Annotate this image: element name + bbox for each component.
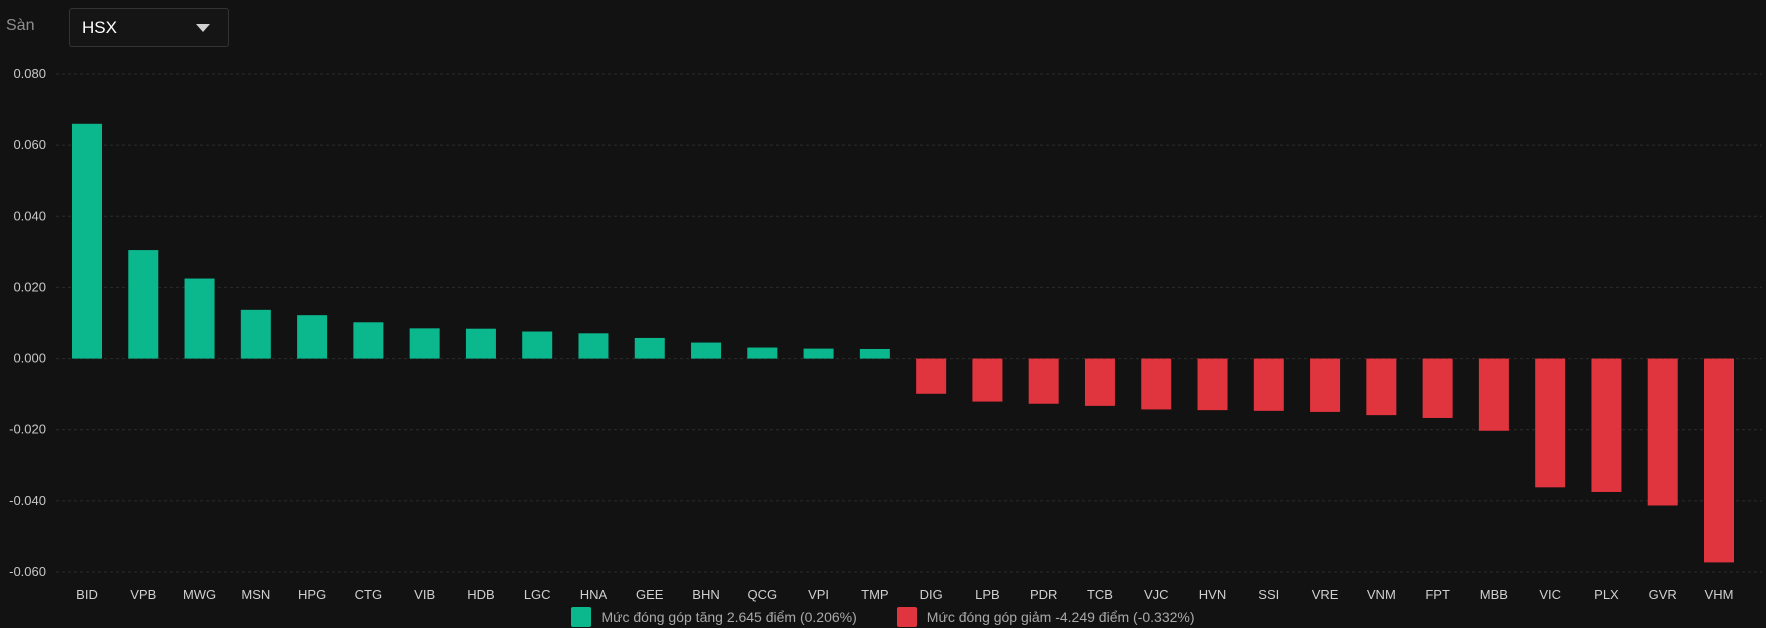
x-tick-label: BHN bbox=[692, 587, 719, 602]
bar-bhn[interactable] bbox=[691, 342, 722, 359]
y-tick-label: 0.020 bbox=[13, 279, 46, 294]
bar-vnm[interactable] bbox=[1366, 358, 1397, 416]
x-tick-label: VIC bbox=[1539, 587, 1561, 602]
x-tick-label: VIB bbox=[414, 587, 435, 602]
x-tick-label: MBB bbox=[1480, 587, 1508, 602]
bar-hna[interactable] bbox=[578, 333, 609, 359]
bar-plx[interactable] bbox=[1591, 358, 1622, 492]
x-tick-label: HPG bbox=[298, 587, 326, 602]
bar-gee[interactable] bbox=[634, 337, 665, 359]
chart-legend: Mức đóng góp tăng 2.645 điểm (0.206%) Mứ… bbox=[0, 606, 1766, 628]
bar-tmp[interactable] bbox=[859, 348, 890, 359]
x-tick-label: HVN bbox=[1199, 587, 1226, 602]
x-tick-label: QCG bbox=[747, 587, 777, 602]
bar-hdb[interactable] bbox=[465, 328, 496, 359]
bar-vic[interactable] bbox=[1535, 358, 1566, 488]
x-tick-label: SSI bbox=[1258, 587, 1279, 602]
legend-item-increase[interactable]: Mức đóng góp tăng 2.645 điểm (0.206%) bbox=[571, 607, 857, 627]
legend-label-decrease: Mức đóng góp giảm -4.249 điểm (-0.332%) bbox=[926, 609, 1195, 625]
legend-item-decrease[interactable]: Mức đóng góp giảm -4.249 điểm (-0.332%) bbox=[896, 607, 1195, 627]
y-tick-label: 0.060 bbox=[13, 137, 46, 152]
x-tick-label: DIG bbox=[920, 587, 943, 602]
x-tick-label: VPB bbox=[130, 587, 156, 602]
x-tick-label: VPI bbox=[808, 587, 829, 602]
bar-msn[interactable] bbox=[240, 309, 271, 359]
x-tick-label: GEE bbox=[636, 587, 664, 602]
y-tick-label: -0.060 bbox=[9, 564, 46, 579]
x-tick-label: VJC bbox=[1144, 587, 1169, 602]
bar-hvn[interactable] bbox=[1197, 358, 1228, 411]
y-tick-label: 0.080 bbox=[13, 66, 46, 81]
bar-ssi[interactable] bbox=[1253, 358, 1284, 411]
x-tick-label: BID bbox=[76, 587, 98, 602]
x-tick-label: GVR bbox=[1649, 587, 1677, 602]
x-tick-label: VNM bbox=[1367, 587, 1396, 602]
legend-swatch-increase bbox=[571, 607, 592, 627]
bar-tcb[interactable] bbox=[1084, 358, 1115, 406]
x-tick-label: HNA bbox=[580, 587, 608, 602]
bar-pdr[interactable] bbox=[1028, 358, 1059, 404]
x-tick-label: TCB bbox=[1087, 587, 1113, 602]
bar-hpg[interactable] bbox=[297, 315, 328, 359]
bar-gvr[interactable] bbox=[1647, 358, 1678, 506]
x-tick-label: LPB bbox=[975, 587, 1000, 602]
x-tick-label: PDR bbox=[1030, 587, 1057, 602]
bar-lgc[interactable] bbox=[522, 331, 553, 359]
bar-dig[interactable] bbox=[916, 358, 947, 394]
x-tick-label: TMP bbox=[861, 587, 888, 602]
bar-qcg[interactable] bbox=[747, 347, 778, 359]
bar-bid[interactable] bbox=[72, 123, 102, 359]
bar-vpi[interactable] bbox=[803, 348, 834, 359]
bar-mbb[interactable] bbox=[1478, 358, 1509, 431]
x-tick-label: HDB bbox=[467, 587, 494, 602]
x-tick-label: CTG bbox=[355, 587, 382, 602]
bar-fpt[interactable] bbox=[1422, 358, 1453, 418]
x-tick-label: VHM bbox=[1705, 587, 1734, 602]
x-tick-label: MSN bbox=[241, 587, 270, 602]
x-tick-label: PLX bbox=[1594, 587, 1619, 602]
bar-vjc[interactable] bbox=[1141, 358, 1172, 410]
bar-lpb[interactable] bbox=[972, 358, 1003, 402]
bar-vpb[interactable] bbox=[128, 250, 159, 359]
bar-vhm[interactable] bbox=[1704, 358, 1734, 563]
bar-vre[interactable] bbox=[1310, 358, 1341, 412]
bar-vib[interactable] bbox=[409, 328, 440, 359]
x-tick-label: FPT bbox=[1425, 587, 1450, 602]
x-tick-label: MWG bbox=[183, 587, 216, 602]
x-tick-label: LGC bbox=[524, 587, 551, 602]
bar-ctg[interactable] bbox=[353, 322, 384, 359]
contribution-bar-chart: 0.080 0.060 0.040 0.020 0.000 -0.020 -0.040 -0.… bbox=[9, 66, 1762, 602]
y-tick-label: -0.040 bbox=[9, 493, 46, 508]
legend-swatch-decrease bbox=[896, 607, 917, 627]
x-tick-label: VRE bbox=[1312, 587, 1339, 602]
bar-mwg[interactable] bbox=[184, 278, 215, 359]
legend-label-increase: Mức đóng góp tăng 2.645 điểm (0.206%) bbox=[601, 609, 857, 625]
y-tick-label: 0.000 bbox=[13, 351, 46, 366]
y-tick-label: -0.020 bbox=[9, 422, 46, 437]
y-tick-label: 0.040 bbox=[13, 208, 46, 223]
